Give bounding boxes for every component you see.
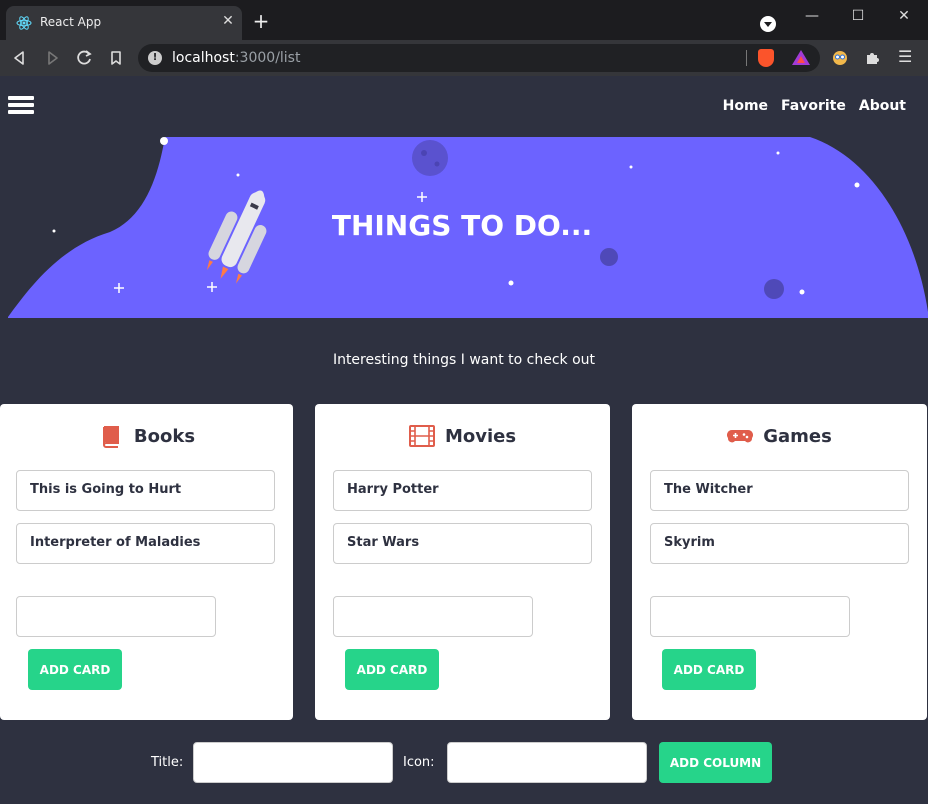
extensions-puzzle-icon[interactable] — [864, 50, 880, 66]
column-card-books: Books This is Going to Hurt Interpreter … — [0, 404, 293, 720]
card-item-text: Star Wars — [347, 535, 420, 550]
column-card-games: Games The Witcher Skyrim ADD CARD — [632, 404, 927, 720]
window-maximize-button[interactable]: ☐ — [844, 6, 872, 26]
browser-toolbar: ! localhost:3000/list ☰ — [0, 40, 928, 76]
bookmark-icon[interactable] — [106, 48, 126, 68]
card-item[interactable]: Star Wars — [333, 523, 592, 564]
new-card-input[interactable] — [16, 596, 216, 637]
nav-link-home[interactable]: Home — [723, 98, 768, 114]
nav-link-favorite[interactable]: Favorite — [781, 98, 846, 114]
column-title: Games — [763, 425, 832, 447]
card-item[interactable]: Skyrim — [650, 523, 909, 564]
column-header: Games — [632, 422, 927, 450]
hero-title-text: THINGS TO DO... — [331, 209, 593, 242]
column-header: Books — [0, 422, 293, 450]
app-navbar: Home Favorite About — [0, 76, 928, 137]
tab-title: React App — [40, 15, 102, 29]
column-title-input[interactable] — [193, 742, 393, 783]
card-item-text: Interpreter of Maladies — [30, 535, 201, 550]
add-column-form: Title: Icon: ADD COLUMN — [0, 740, 928, 784]
film-icon — [408, 425, 435, 447]
card-item-text: Harry Potter — [347, 482, 439, 497]
column-card-movies: Movies Harry Potter Star Wars ADD CARD — [315, 404, 610, 720]
browser-tab[interactable]: React App ✕ — [6, 6, 242, 40]
gamepad-icon — [727, 430, 754, 443]
card-item-text: The Witcher — [664, 482, 753, 497]
address-bar[interactable]: ! localhost:3000/list — [138, 44, 820, 72]
address-text: localhost:3000/list — [172, 50, 300, 66]
add-column-button[interactable]: ADD COLUMN — [659, 742, 772, 783]
extension-face-icon[interactable] — [832, 50, 848, 66]
browser-menu-icon[interactable]: ☰ — [898, 47, 914, 66]
card-item[interactable]: The Witcher — [650, 470, 909, 511]
address-path: :3000/list — [234, 50, 301, 66]
site-info-icon[interactable]: ! — [148, 51, 162, 65]
tab-close-icon[interactable]: ✕ — [220, 13, 236, 29]
hero-title: THINGS TO DO... — [0, 209, 928, 242]
hero-banner: THINGS TO DO... — [0, 137, 928, 318]
column-title: Books — [133, 425, 196, 447]
icon-label: Icon: — [403, 755, 435, 770]
column-header: Movies — [315, 422, 610, 450]
card-item[interactable]: Interpreter of Maladies — [16, 523, 275, 564]
column-icon-input[interactable] — [447, 742, 647, 783]
react-logo-icon — [16, 16, 32, 30]
nav-links: Home Favorite About — [723, 98, 906, 114]
window-minimize-button[interactable]: — — [798, 6, 826, 26]
browser-tab-bar: React App ✕ + — ☐ ✕ — [0, 0, 928, 40]
book-icon — [102, 426, 119, 448]
back-icon[interactable] — [10, 48, 30, 68]
tab-search-icon[interactable] — [760, 16, 776, 32]
reload-icon[interactable] — [74, 48, 94, 68]
title-label: Title: — [151, 755, 184, 770]
hamburger-menu-icon[interactable] — [8, 96, 34, 116]
forward-icon[interactable] — [42, 48, 62, 68]
new-tab-button[interactable]: + — [252, 11, 270, 31]
card-item-text: Skyrim — [664, 535, 715, 550]
brave-rewards-icon[interactable] — [792, 50, 810, 65]
add-card-button[interactable]: ADD CARD — [345, 649, 439, 690]
card-item[interactable]: Harry Potter — [333, 470, 592, 511]
card-item-text: This is Going to Hurt — [30, 482, 182, 497]
card-item[interactable]: This is Going to Hurt — [16, 470, 275, 511]
brave-shields-icon[interactable] — [758, 49, 774, 67]
new-card-input[interactable] — [650, 596, 850, 637]
nav-link-about[interactable]: About — [859, 98, 906, 114]
address-host: localhost — [172, 50, 235, 66]
add-card-button[interactable]: ADD CARD — [28, 649, 122, 690]
new-card-input[interactable] — [333, 596, 533, 637]
address-divider — [746, 50, 747, 66]
window-close-button[interactable]: ✕ — [890, 6, 918, 26]
add-card-button[interactable]: ADD CARD — [662, 649, 756, 690]
page-subtitle: Interesting things I want to check out — [332, 352, 596, 368]
column-title: Movies — [444, 425, 517, 447]
